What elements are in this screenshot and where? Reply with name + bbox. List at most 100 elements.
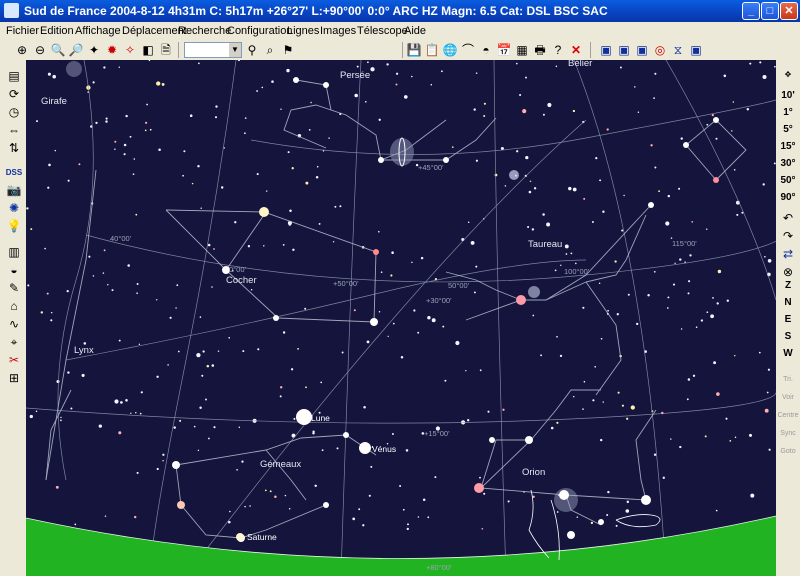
zoom-50deg-button[interactable]: 50° [776,175,800,186]
star-settings-icon[interactable]: ✹ [104,42,120,58]
target-icon[interactable]: ◎ [652,42,668,58]
zoom-5deg-button[interactable]: 5° [776,124,800,135]
menu-aide[interactable]: Aide [404,25,426,37]
document-icon[interactable]: 🗎 [158,42,174,58]
capella-star[interactable] [259,207,269,217]
menu-edition[interactable]: Edition [40,25,74,37]
label-saturne[interactable]: Saturne [247,532,277,542]
show-object-icon[interactable]: ✦ [86,42,102,58]
saturn-marker[interactable] [236,533,244,541]
menu-images[interactable]: Images [320,25,356,37]
add-mark-icon[interactable]: ⊞ [6,370,22,386]
label-lynx[interactable]: Lynx [74,345,94,356]
sky-background[interactable] [26,60,776,576]
telescope-icon[interactable]: ⌒ [460,42,476,58]
light-icon[interactable]: 💡 [6,218,22,234]
clock-icon[interactable]: ◷ [6,104,22,120]
save-icon[interactable]: 💾 [406,42,422,58]
wave-icon[interactable]: ∿ [6,316,22,332]
notes-icon[interactable]: 📋 [424,42,440,58]
rigel-star[interactable] [559,490,569,500]
label-gemeaux[interactable]: Gémeaux [260,459,301,470]
moon-marker[interactable] [296,409,312,425]
ecliptic-grid-icon[interactable]: ▣ [634,42,650,58]
menu-affichage[interactable]: Affichage [75,25,121,37]
orient-icon[interactable]: ⊗ [780,264,796,280]
zoom-30deg-button[interactable]: 30° [776,158,800,169]
help-icon[interactable]: ? [550,42,566,58]
zoom-10min-button[interactable]: 10' [776,90,800,101]
telescope-goto-button[interactable]: Goto [776,448,800,455]
calculator-icon[interactable]: ▦ [514,42,530,58]
flip-icon[interactable]: ⇔ [6,122,22,138]
star-mark[interactable] [323,502,329,508]
label-taureau[interactable]: Taureau [528,239,562,250]
direction-zenith-button[interactable]: Z [776,280,800,291]
star-mark[interactable] [343,432,349,438]
color-mode-icon[interactable]: ◧ [140,42,156,58]
label-lune[interactable]: Lune [311,413,330,423]
venus-marker[interactable] [359,442,371,454]
delete-marks-icon[interactable]: ✂ [6,352,22,368]
star-mark[interactable] [489,437,495,443]
star-mark[interactable] [293,77,299,83]
mirfak-star[interactable] [378,157,384,163]
direction-north-button[interactable]: N [776,297,800,308]
direction-west-button[interactable]: W [776,348,800,359]
dss-image-icon[interactable]: DSS [6,164,22,180]
star-mark[interactable] [648,202,654,208]
menu-configuration[interactable]: Configuration [227,25,292,37]
measure-icon[interactable]: ⌖ [6,334,22,350]
rotate-left-icon[interactable]: ↶ [780,210,796,226]
panel-icon[interactable]: ▥ [6,244,22,260]
maximize-button[interactable]: □ [761,2,779,20]
rotate-icon[interactable]: ⇅ [6,140,22,156]
telescope-tri-button[interactable]: Tri. [776,376,800,383]
menu-telescope[interactable]: Télescope [357,25,408,37]
label-cocher[interactable]: Cocher [226,275,257,286]
constellation-limits-icon[interactable]: ▣ [688,42,704,58]
telescope-sync-button[interactable]: Sync [776,430,800,437]
zoom-out-icon[interactable]: ⊖ [32,42,48,58]
saiph-star[interactable] [567,531,575,539]
refresh-icon[interactable]: ⟳ [6,86,22,102]
pleiades-marker[interactable] [528,286,540,298]
star-mark[interactable] [323,82,329,88]
star-mark[interactable] [713,177,719,183]
menu-fichier[interactable]: Fichier [6,25,39,37]
bellatrix-star[interactable] [525,436,533,444]
minimize-button[interactable]: _ [742,2,760,20]
mirror-icon[interactable]: ⇄ [780,246,796,262]
label-persee[interactable]: Persée [340,70,370,81]
zoom-15deg-button[interactable]: 15° [776,141,800,152]
betelgeuse-star[interactable] [474,483,484,493]
sky-chart[interactable]: Girafe Persée Bélier Taureau Cocher Lynx… [26,60,776,576]
label-belier[interactable]: Bélier [568,60,592,69]
zoom-1deg-button[interactable]: 1° [776,107,800,118]
pencil-icon[interactable]: ✎ [6,280,22,296]
direction-east-button[interactable]: E [776,314,800,325]
star-mark[interactable] [598,519,604,525]
star-mark[interactable] [641,495,651,505]
globe-icon[interactable]: 🌐 [442,42,458,58]
rotate-right-icon[interactable]: ↷ [780,228,796,244]
label-girafe[interactable]: Girafe [41,96,67,107]
star-mark[interactable] [683,142,689,148]
az-grid-icon[interactable]: ▣ [616,42,632,58]
print-icon[interactable]: 🖶 [532,42,548,58]
menu-lignes[interactable]: Lignes [287,25,319,37]
castor-star[interactable] [172,461,180,469]
label-icon[interactable]: ⌂ [6,298,22,314]
dome-icon[interactable]: ◓ [478,42,494,58]
star-mark[interactable] [273,315,279,321]
star-mark[interactable] [370,318,378,326]
exit-icon[interactable]: ✕ [568,42,584,58]
zoom-in-icon[interactable]: ⊕ [14,42,30,58]
galaxy-icon[interactable]: ✺ [6,200,22,216]
telescope-centre-button[interactable]: Centre [776,412,800,419]
menu-recherche[interactable]: Recherche [178,25,231,37]
direction-south-button[interactable]: S [776,331,800,342]
compass-icon[interactable]: ✥ [780,66,796,82]
star-mark[interactable] [443,157,449,163]
field-select[interactable]: ▼ [184,42,242,58]
